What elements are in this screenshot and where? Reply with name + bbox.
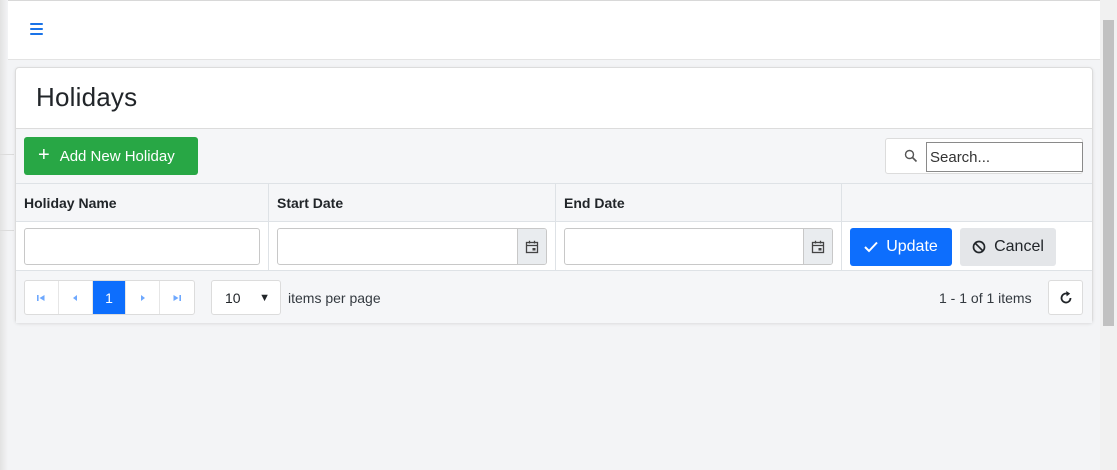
refresh-icon (1060, 290, 1071, 303)
next-page-icon (140, 294, 145, 301)
top-bar (8, 0, 1100, 60)
previous-page-icon (73, 294, 78, 301)
pagination-controls: 1 (24, 280, 195, 315)
grid-toolbar: + Add New Holiday (16, 129, 1092, 184)
cancel-label: Cancel (994, 238, 1044, 255)
items-per-page-label: items per page (288, 290, 381, 306)
column-header-end-date[interactable]: End Date (556, 184, 842, 222)
search-icon (904, 149, 918, 163)
holiday-name-input[interactable] (24, 228, 260, 265)
cancel-button[interactable]: Cancel (960, 228, 1056, 266)
search-input[interactable] (926, 142, 1083, 172)
start-date-cell (269, 222, 556, 271)
column-header-start-date[interactable]: Start Date (269, 184, 556, 222)
start-date-calendar-button[interactable] (517, 229, 546, 264)
update-button[interactable]: Update (850, 228, 952, 266)
grid-header-row: Holiday Name Start Date End Date (16, 184, 1092, 222)
scrollbar-thumb[interactable] (1103, 20, 1114, 326)
plus-icon: + (38, 144, 50, 166)
page-title: Holidays (36, 82, 138, 112)
update-label: Update (886, 238, 938, 255)
calendar-icon (811, 240, 825, 253)
refresh-button[interactable] (1048, 280, 1083, 315)
end-date-input[interactable] (565, 229, 804, 264)
last-page-button[interactable] (160, 281, 194, 314)
end-date-cell (556, 222, 842, 271)
end-date-picker (564, 228, 833, 265)
next-page-button[interactable] (126, 281, 161, 314)
add-new-holiday-button[interactable]: + Add New Holiday (24, 137, 198, 175)
first-page-button[interactable] (25, 281, 59, 314)
holidays-card: Holidays + Add New Holiday Holiday Name … (15, 67, 1093, 323)
calendar-icon (525, 240, 539, 253)
column-header-holiday-name[interactable]: Holiday Name (16, 184, 269, 222)
hamburger-menu-icon[interactable] (30, 21, 44, 37)
add-new-holiday-label: Add New Holiday (59, 147, 175, 165)
holidays-grid: + Add New Holiday Holiday Name Start Dat… (16, 128, 1092, 323)
end-date-calendar-button[interactable] (803, 229, 832, 264)
previous-page-button[interactable] (59, 281, 93, 314)
table-row-edit: Update Cancel (16, 222, 1092, 271)
chevron-down-icon: ▼ (259, 292, 270, 304)
last-page-icon (173, 294, 182, 301)
page-size-value: 10 (225, 289, 241, 306)
column-header-actions (842, 184, 1092, 222)
search-box (885, 138, 1083, 174)
grid-pager: 1 10 ▼ items per page 1 - 1 of 1 items (16, 271, 1092, 323)
holiday-name-cell (16, 222, 269, 271)
cancel-icon (972, 240, 986, 254)
start-date-input[interactable] (278, 229, 518, 264)
page-size-select[interactable]: 10 ▼ (211, 280, 281, 315)
left-edge-shadow (0, 0, 8, 470)
left-edge-divider (0, 230, 14, 231)
check-icon (864, 241, 878, 253)
page-button-current[interactable]: 1 (92, 281, 127, 314)
vertical-scrollbar[interactable] (1100, 0, 1117, 470)
first-page-icon (37, 294, 45, 301)
start-date-picker (277, 228, 547, 265)
pager-summary: 1 - 1 of 1 items (939, 290, 1032, 306)
left-edge-divider (0, 154, 14, 155)
